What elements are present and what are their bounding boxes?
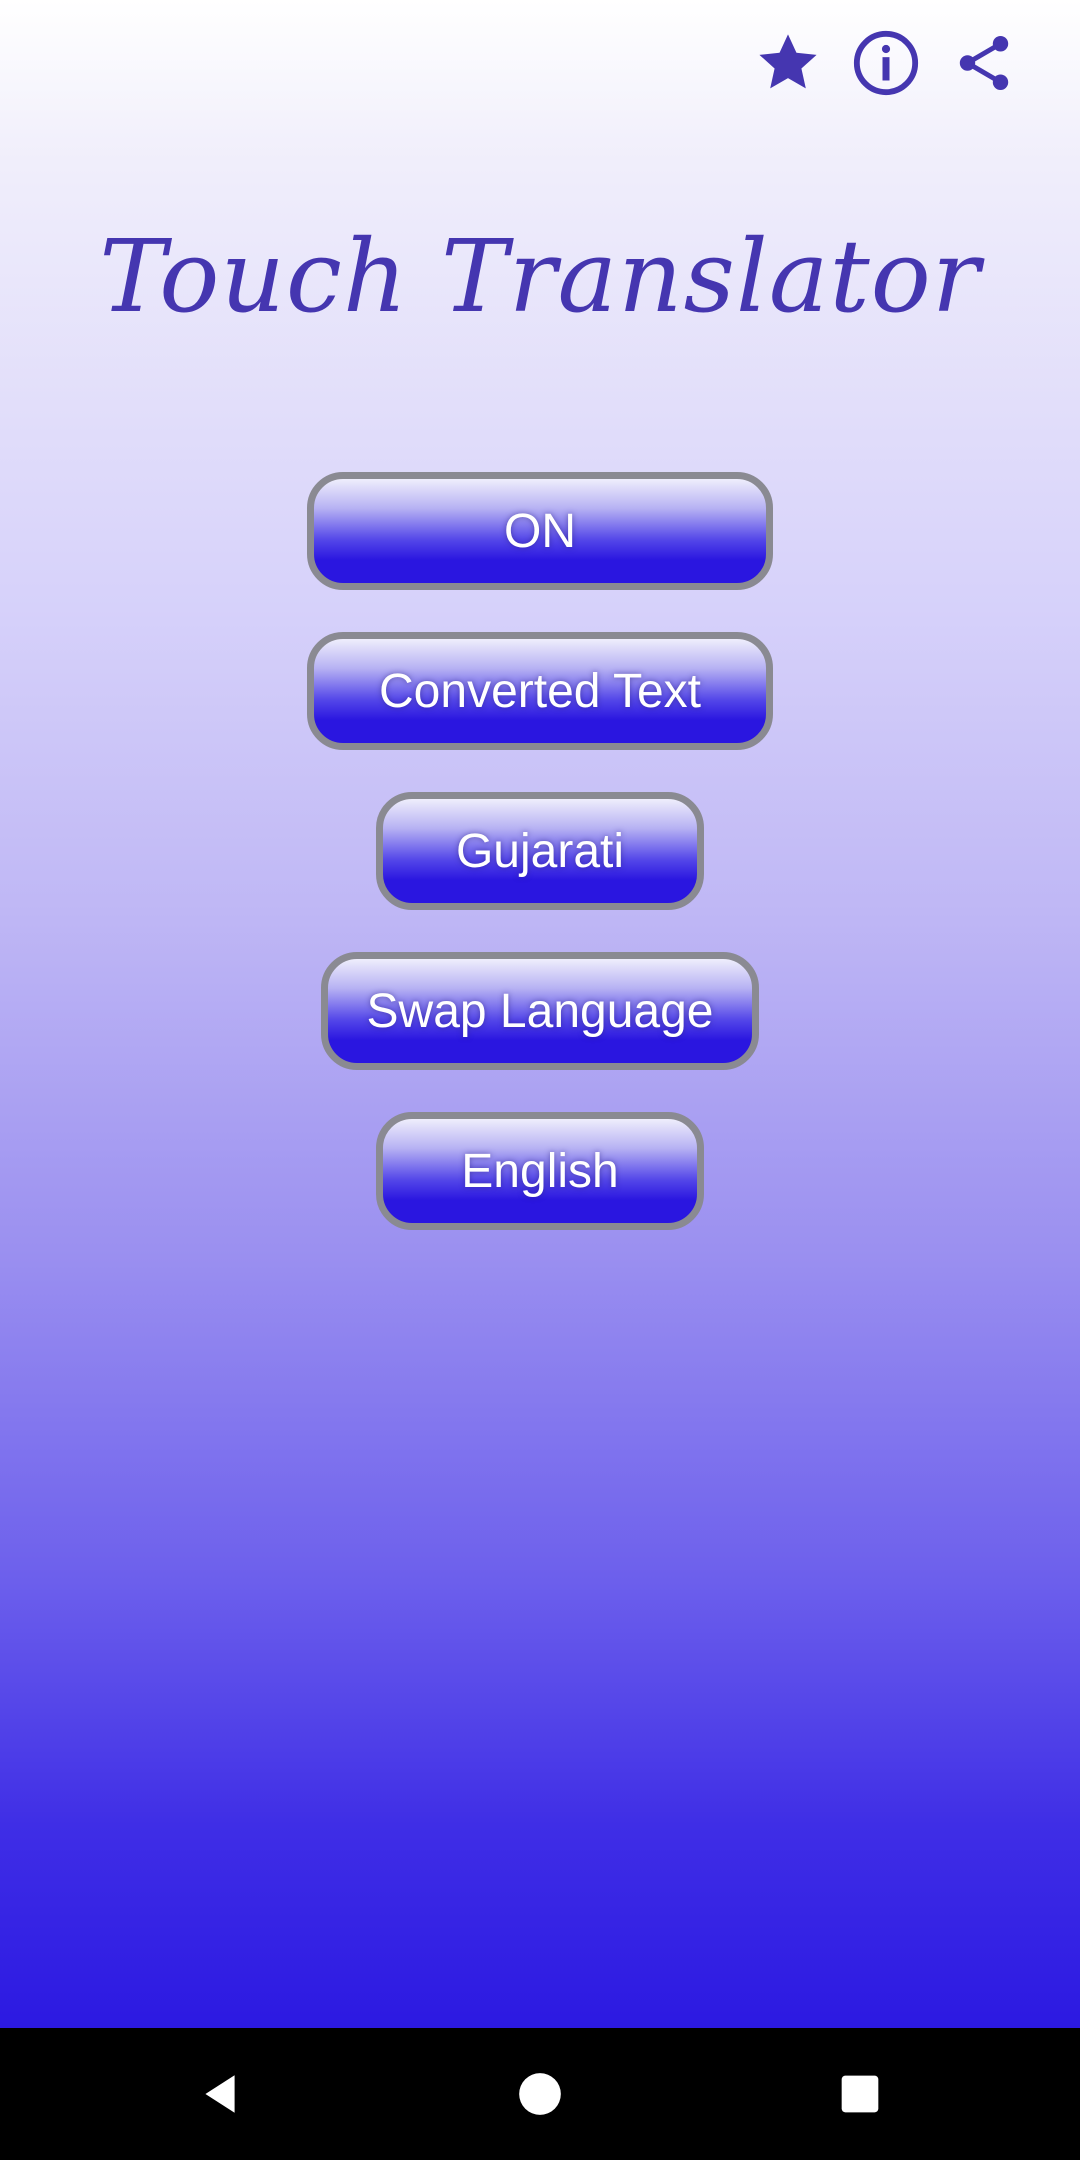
info-icon[interactable]	[850, 27, 922, 99]
app-title: Touch Translator	[99, 218, 981, 335]
app-screen: Touch Translator ON Converted Text Gujar…	[0, 0, 1080, 2028]
recents-icon[interactable]	[820, 2054, 900, 2134]
share-icon[interactable]	[948, 27, 1020, 99]
back-icon[interactable]	[180, 2054, 260, 2134]
converted-text-button[interactable]: Converted Text	[307, 632, 773, 750]
on-button[interactable]: ON	[307, 472, 773, 590]
top-action-bar	[752, 28, 1020, 98]
system-navigation-bar	[0, 2028, 1080, 2160]
star-icon[interactable]	[752, 27, 824, 99]
source-language-button[interactable]: Gujarati	[376, 792, 704, 910]
target-language-button[interactable]: English	[376, 1112, 704, 1230]
swap-language-button[interactable]: Swap Language	[321, 952, 759, 1070]
home-icon[interactable]	[500, 2054, 580, 2134]
